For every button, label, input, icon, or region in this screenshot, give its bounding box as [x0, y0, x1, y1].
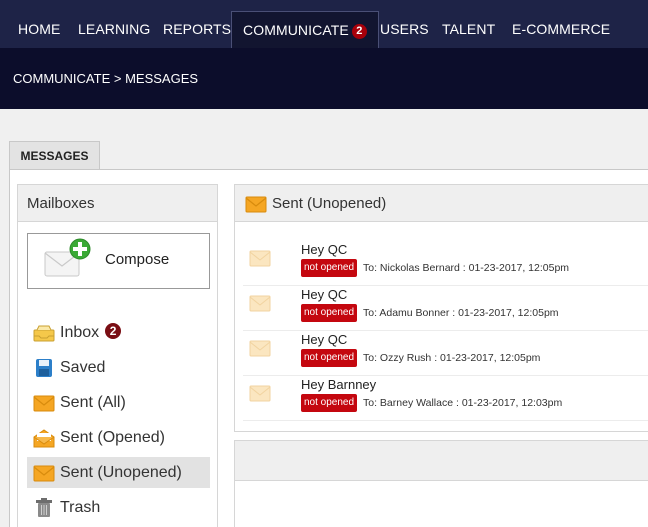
breadcrumb: COMMUNICATE > MESSAGES: [13, 71, 199, 86]
message-row[interactable]: Hey QC not opened To: Adamu Bonner : 01-…: [243, 286, 648, 331]
message-preview-header: [235, 441, 648, 481]
mailbox-sent-all-label: Sent (All): [60, 394, 126, 411]
envelope-icon: [33, 395, 55, 412]
nav-users[interactable]: USERS: [380, 11, 429, 48]
status-badge: not opened: [301, 394, 358, 412]
mailbox-sent-opened-label: Sent (Opened): [60, 429, 165, 446]
inbox-icon: [33, 325, 55, 342]
tab-messages[interactable]: MESSAGES: [9, 141, 100, 170]
envelope-icon: [249, 385, 271, 402]
message-row[interactable]: Hey QC not opened To: Nickolas Bernard :…: [243, 241, 648, 286]
mailbox-sent-unopened-label: Sent (Unopened): [60, 464, 182, 481]
mailbox-trash[interactable]: Trash: [27, 492, 210, 523]
message-meta: To: Nickolas Bernard : 01-23-2017, 12:05…: [363, 262, 570, 274]
message-meta: To: Barney Wallace : 01-23-2017, 12:03pm: [363, 397, 563, 409]
envelope-icon: [33, 465, 55, 482]
compose-button[interactable]: Compose: [27, 233, 210, 289]
status-badge: not opened: [301, 259, 358, 277]
mailbox-saved-label: Saved: [60, 359, 106, 376]
message-meta: To: Ozzy Rush : 01-23-2017, 12:05pm: [363, 352, 541, 364]
message-row[interactable]: Hey QC not opened To: Ozzy Rush : 01-23-…: [243, 331, 648, 376]
mailbox-trash-label: Trash: [60, 499, 101, 516]
mailboxes-panel: Mailboxes Compose Inbox 2 Saved Sent (Al…: [17, 184, 218, 527]
mailbox-inbox[interactable]: Inbox 2: [27, 317, 210, 348]
mailbox-sent-opened[interactable]: Sent (Opened): [27, 422, 210, 453]
mailbox-sent-unopened[interactable]: Sent (Unopened): [27, 457, 210, 488]
trash-icon: [36, 498, 52, 517]
status-badge: not opened: [301, 349, 358, 367]
mailbox-inbox-label: Inbox: [60, 324, 100, 341]
mailboxes-title: Mailboxes: [18, 185, 217, 222]
nav-learning[interactable]: LEARNING: [78, 11, 150, 48]
nav-communicate[interactable]: COMMUNICATE 2: [231, 11, 379, 48]
message-list-header: Sent (Unopened): [235, 185, 648, 222]
message-subject: Hey Barnney: [301, 377, 377, 392]
envelope-icon: [249, 295, 271, 312]
message-subject: Hey QC: [301, 332, 348, 347]
message-preview-panel: [234, 440, 648, 527]
nav-reports[interactable]: REPORTS: [163, 11, 231, 48]
message-subject: Hey QC: [301, 242, 348, 257]
envelope-icon: [249, 340, 271, 357]
mailbox-sent-all[interactable]: Sent (All): [27, 387, 210, 418]
status-badge: not opened: [301, 304, 358, 322]
message-list-title: Sent (Unopened): [272, 195, 387, 212]
nav-communicate-badge: 2: [351, 24, 367, 39]
nav-ecommerce[interactable]: E-COMMERCE: [512, 11, 610, 48]
compose-label: Compose: [105, 251, 170, 268]
message-row[interactable]: Hey Barnney not opened To: Barney Wallac…: [243, 376, 648, 421]
nav-communicate-label: COMMUNICATE: [243, 22, 349, 38]
message-list-panel: Sent (Unopened) Hey QC not opened To: Ni…: [234, 184, 648, 432]
mailbox-saved[interactable]: Saved: [27, 352, 210, 383]
compose-icon: [44, 238, 91, 277]
envelope-icon: [245, 196, 267, 213]
top-nav: HOME LEARNING REPORTS COMMUNICATE 2 USERS…: [0, 0, 648, 48]
save-icon: [36, 359, 52, 377]
envelope-icon: [249, 250, 271, 267]
message-meta: To: Adamu Bonner : 01-23-2017, 12:05pm: [363, 307, 559, 319]
inbox-count-badge: 2: [105, 323, 122, 339]
open-envelope-icon: [33, 429, 55, 448]
nav-talent[interactable]: TALENT: [442, 11, 495, 48]
nav-home[interactable]: HOME: [18, 11, 60, 48]
message-subject: Hey QC: [301, 287, 348, 302]
